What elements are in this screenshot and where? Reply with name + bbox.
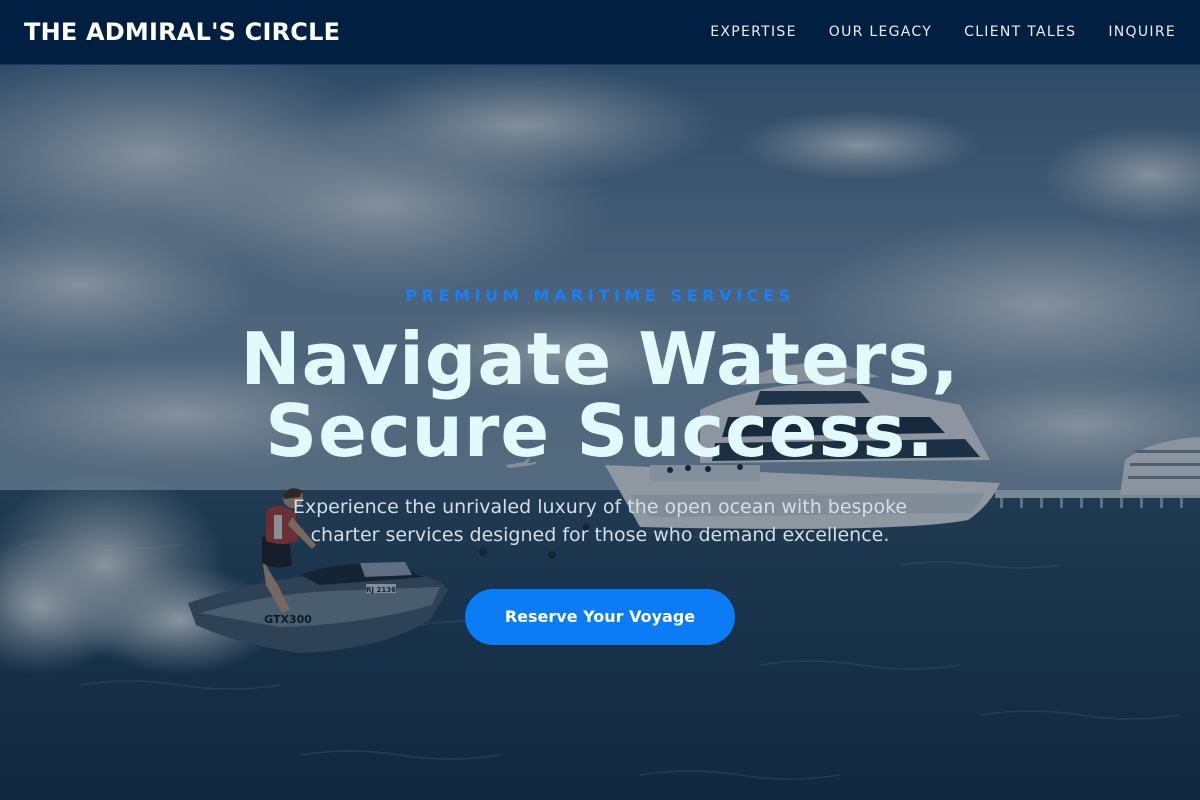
nav-link-client-tales[interactable]: CLIENT TALES bbox=[964, 22, 1076, 42]
brand-logo[interactable]: THE ADMIRAL'S CIRCLE bbox=[24, 17, 340, 47]
site-header: THE ADMIRAL'S CIRCLE EXPERTISE OUR LEGAC… bbox=[0, 0, 1200, 65]
main-nav: EXPERTISE OUR LEGACY CLIENT TALES INQUIR… bbox=[710, 22, 1176, 42]
nav-link-expertise[interactable]: EXPERTISE bbox=[710, 22, 797, 42]
nav-link-inquire[interactable]: INQUIRE bbox=[1108, 22, 1176, 42]
hero-section: RJ 2136 GTX300 PREMIUM MARITIME SERVICES… bbox=[0, 65, 1200, 800]
hero-headline-line-2: Secure Success. bbox=[265, 389, 935, 473]
hero-headline: Navigate Waters, Secure Success. bbox=[0, 323, 1200, 467]
hero-headline-line-1: Navigate Waters, bbox=[240, 317, 960, 401]
reserve-voyage-button[interactable]: Reserve Your Voyage bbox=[465, 589, 735, 645]
hero-description: Experience the unrivaled luxury of the o… bbox=[250, 493, 950, 549]
hero-content: PREMIUM MARITIME SERVICES Navigate Water… bbox=[0, 65, 1200, 800]
hero-description-line-2: charter services designed for those who … bbox=[310, 524, 890, 546]
hero-description-line-1: Experience the unrivaled luxury of the o… bbox=[292, 496, 908, 518]
nav-link-our-legacy[interactable]: OUR LEGACY bbox=[829, 22, 932, 42]
hero-eyebrow: PREMIUM MARITIME SERVICES bbox=[405, 286, 795, 305]
